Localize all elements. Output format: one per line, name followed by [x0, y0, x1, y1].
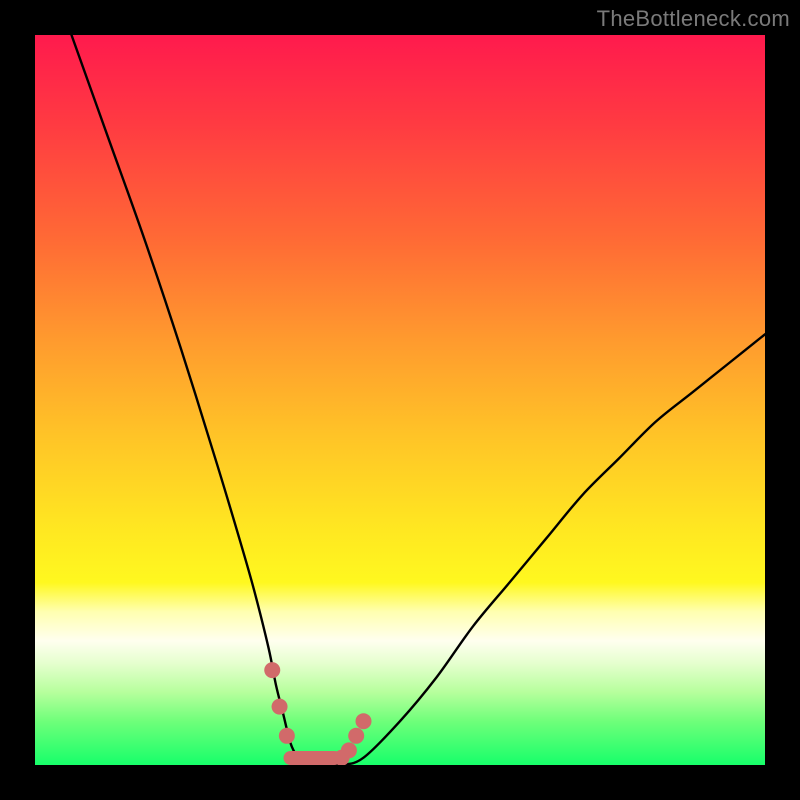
highlight-dot: [341, 742, 357, 758]
highlight-dot: [279, 728, 295, 744]
curve-overlay: [35, 35, 765, 765]
watermark-text: TheBottleneck.com: [597, 6, 790, 32]
chart-frame: TheBottleneck.com: [0, 0, 800, 800]
bottleneck-curve: [72, 35, 766, 765]
highlight-dot: [356, 713, 372, 729]
highlight-dot: [348, 728, 364, 744]
highlight-dot: [264, 662, 280, 678]
plot-area: [35, 35, 765, 765]
highlight-dot: [272, 699, 288, 715]
highlight-markers: [264, 662, 371, 765]
